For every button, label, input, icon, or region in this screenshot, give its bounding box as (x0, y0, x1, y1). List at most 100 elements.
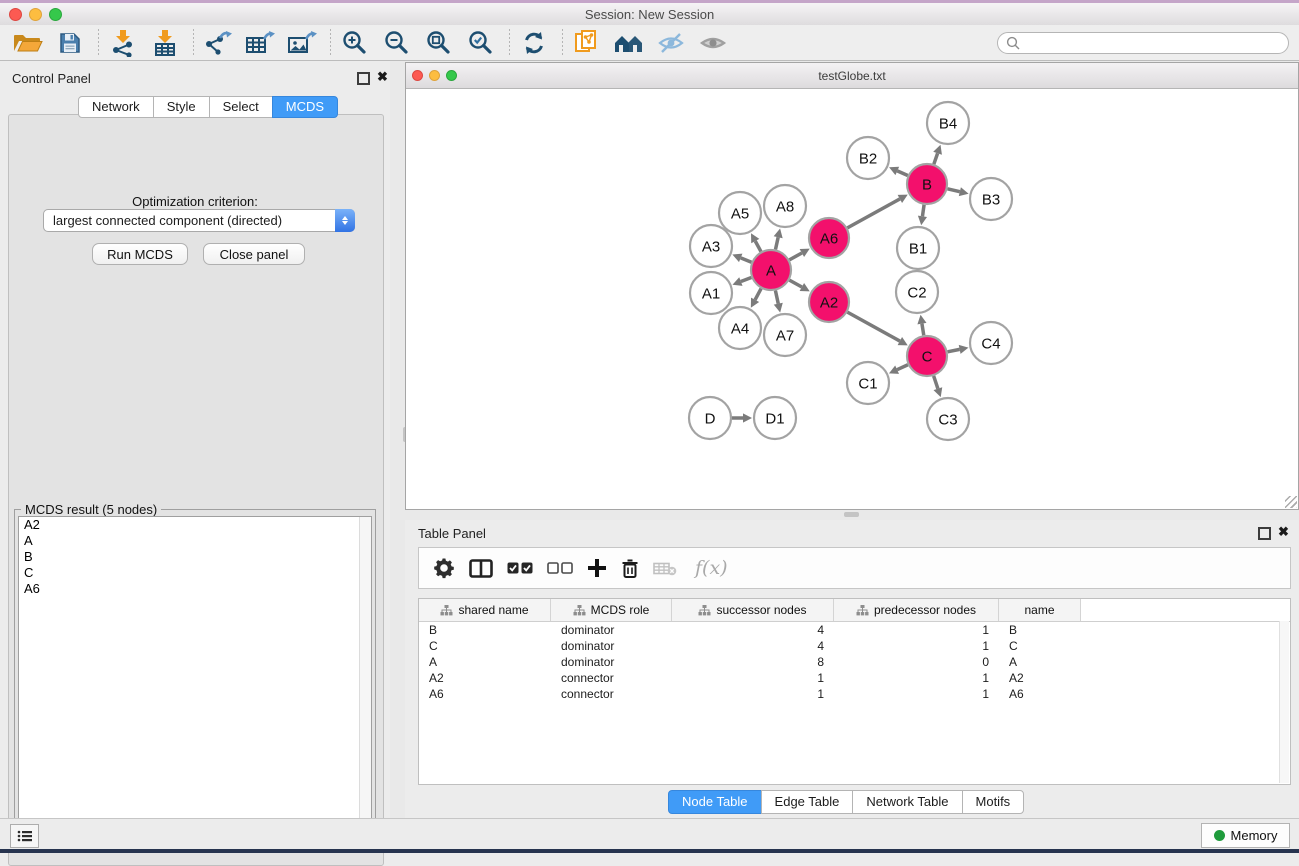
table-settings-gear-icon[interactable] (433, 557, 455, 579)
close-panel-button[interactable]: Close panel (203, 243, 305, 265)
run-mcds-button[interactable]: Run MCDS (92, 243, 188, 265)
graph-edge-A6-B[interactable] (847, 199, 899, 228)
save-session-icon[interactable] (54, 29, 86, 57)
search-input[interactable] (1020, 35, 1288, 51)
table-cell[interactable]: 1 (834, 671, 999, 685)
table-cell[interactable]: B (999, 623, 1081, 637)
result-item[interactable]: A (19, 533, 371, 549)
show-all-icon[interactable] (697, 29, 729, 57)
memory-button[interactable]: Memory (1201, 823, 1290, 848)
task-history-button[interactable] (10, 824, 39, 848)
deselect-all-icon[interactable] (547, 562, 573, 574)
table-cell[interactable]: A6 (999, 687, 1081, 701)
network-canvas[interactable]: B4B2BB3A8A5A6A3B1AA1C2A2A4A7C4CC1C3DD1 (407, 89, 1297, 508)
table-cell[interactable]: connector (551, 687, 672, 701)
graph-edge-A-A5[interactable] (755, 241, 761, 251)
mcds-result-list[interactable]: A2ABCA6 (18, 516, 372, 849)
zoom-selected-icon[interactable] (465, 29, 497, 57)
table-cell[interactable]: connector (551, 671, 672, 685)
graph-edge-B-B2[interactable] (897, 171, 908, 176)
horizontal-splitter-handle[interactable] (844, 512, 859, 517)
select-all-icon[interactable] (507, 562, 533, 574)
tab-network[interactable]: Network (78, 96, 154, 118)
import-table-icon[interactable] (149, 29, 181, 57)
import-network-icon[interactable] (107, 29, 139, 57)
delete-table-icon[interactable] (653, 561, 677, 576)
graph-edge-A-A6[interactable] (789, 253, 801, 260)
table-cell[interactable]: 1 (834, 639, 999, 653)
column-header-MCDS-role[interactable]: MCDS role (551, 599, 672, 621)
function-builder-icon[interactable]: f(x) (695, 557, 728, 579)
column-header-predecessor-nodes[interactable]: predecessor nodes (834, 599, 999, 621)
add-column-icon[interactable] (587, 558, 607, 578)
apply-layout-icon[interactable] (518, 29, 550, 57)
column-header-shared-name[interactable]: shared name (419, 599, 551, 621)
open-session-icon[interactable] (12, 29, 44, 57)
table-cell[interactable]: dominator (551, 623, 672, 637)
tab-motifs[interactable]: Motifs (962, 790, 1025, 814)
tab-mcds[interactable]: MCDS (272, 96, 338, 118)
result-item[interactable]: B (19, 549, 371, 565)
window-resize-grip[interactable] (1285, 496, 1297, 508)
export-network-icon[interactable] (202, 29, 234, 57)
tab-edge-table[interactable]: Edge Table (761, 790, 854, 814)
table-cell[interactable]: A (419, 655, 551, 669)
graph-edge-C-C2[interactable] (922, 324, 924, 336)
graph-edge-C-C3[interactable] (934, 376, 938, 389)
table-cell[interactable]: B (419, 623, 551, 637)
zoom-fit-icon[interactable] (423, 29, 455, 57)
table-cell[interactable]: 1 (834, 623, 999, 637)
close-table-panel-icon[interactable]: ✖ (1278, 524, 1289, 540)
delete-column-icon[interactable] (621, 558, 639, 579)
result-item[interactable]: A2 (19, 517, 371, 533)
hide-selection-icon[interactable] (655, 29, 687, 57)
table-cell[interactable]: 4 (672, 623, 834, 637)
graph-edge-B-B1[interactable] (922, 205, 924, 217)
table-cell[interactable]: 4 (672, 639, 834, 653)
zoom-out-icon[interactable] (381, 29, 413, 57)
graph-edge-C-C1[interactable] (897, 365, 908, 370)
network-window-titlebar[interactable]: testGlobe.txt (406, 63, 1298, 89)
table-cell[interactable]: C (999, 639, 1081, 653)
column-selector-icon[interactable] (469, 559, 493, 578)
tab-node-table[interactable]: Node Table (668, 790, 762, 814)
graph-edge-C-C4[interactable] (948, 349, 960, 351)
graph-edge-A-A8[interactable] (775, 237, 778, 249)
column-header-name[interactable]: name (999, 599, 1081, 621)
table-row[interactable]: Cdominator41C (419, 638, 1290, 654)
table-cell[interactable]: dominator (551, 655, 672, 669)
float-table-panel-icon[interactable] (1258, 527, 1271, 540)
table-cell[interactable]: A6 (419, 687, 551, 701)
table-cell[interactable]: 8 (672, 655, 834, 669)
search-box[interactable] (997, 32, 1289, 54)
table-row[interactable]: A2connector11A2 (419, 670, 1290, 686)
graph-edge-A2-C[interactable] (847, 312, 899, 341)
table-cell[interactable]: 1 (672, 687, 834, 701)
graph-edge-A-A4[interactable] (755, 289, 761, 300)
graph-edge-B-B3[interactable] (947, 189, 959, 192)
zoom-in-icon[interactable] (339, 29, 371, 57)
table-cell[interactable]: dominator (551, 639, 672, 653)
table-scrollbar[interactable] (1279, 621, 1289, 783)
criterion-dropdown[interactable]: largest connected component (directed) (43, 209, 355, 232)
table-cell[interactable]: 1 (672, 671, 834, 685)
graph-edge-A-A3[interactable] (741, 258, 752, 262)
table-cell[interactable]: A (999, 655, 1081, 669)
export-image-icon[interactable] (286, 29, 318, 57)
result-scrollbar[interactable] (359, 517, 371, 848)
table-row[interactable]: Bdominator41B (419, 622, 1290, 638)
new-network-from-selection-icon[interactable] (571, 29, 603, 57)
export-table-icon[interactable] (244, 29, 276, 57)
table-cell[interactable]: A2 (419, 671, 551, 685)
first-neighbors-icon[interactable] (613, 29, 645, 57)
table-cell[interactable]: A2 (999, 671, 1081, 685)
result-item[interactable]: A6 (19, 581, 371, 597)
graph-edge-A-A1[interactable] (741, 278, 752, 282)
table-cell[interactable]: 1 (834, 687, 999, 701)
float-panel-icon[interactable] (357, 72, 370, 85)
column-header-successor-nodes[interactable]: successor nodes (672, 599, 834, 621)
table-cell[interactable]: C (419, 639, 551, 653)
table-row[interactable]: A6connector11A6 (419, 686, 1290, 702)
table-cell[interactable]: 0 (834, 655, 999, 669)
tab-network-table[interactable]: Network Table (852, 790, 962, 814)
